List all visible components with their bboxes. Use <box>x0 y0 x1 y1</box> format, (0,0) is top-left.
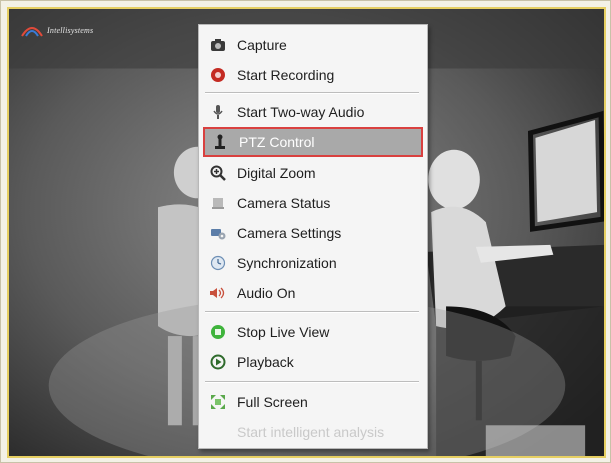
camera-status-icon <box>209 194 227 212</box>
menu-item-label: Start intelligent analysis <box>237 424 385 440</box>
menu-separator <box>205 381 419 383</box>
microphone-icon <box>209 103 227 121</box>
stop-live-icon <box>209 323 227 341</box>
menu-item-start-recording[interactable]: Start Recording <box>203 60 423 90</box>
menu-item-playback[interactable]: Playback <box>203 347 423 377</box>
menu-item-full-screen[interactable]: Full Screen <box>203 387 423 417</box>
menu-item-label: Synchronization <box>237 255 337 271</box>
menu-item-label: Digital Zoom <box>237 165 316 181</box>
menu-item-camera-settings[interactable]: Camera Settings <box>203 218 423 248</box>
record-icon <box>209 66 227 84</box>
logo-mark-icon <box>21 27 43 37</box>
menu-item-start-intelligent-analysis: Start intelligent analysis <box>203 417 423 447</box>
menu-item-label: Start Recording <box>237 67 335 83</box>
menu-item-label: Start Two-way Audio <box>237 104 365 120</box>
context-menu: Capture Start Recording Start Two-way Au… <box>198 24 428 449</box>
menu-item-label: Capture <box>237 37 287 53</box>
menu-item-label: Full Screen <box>237 394 308 410</box>
menu-separator <box>205 92 419 94</box>
live-view-window: Intellisystems Capture Start Recording S… <box>0 0 611 463</box>
menu-item-synchronization[interactable]: Synchronization <box>203 248 423 278</box>
menu-item-audio-on[interactable]: Audio On <box>203 278 423 308</box>
menu-item-label: Camera Status <box>237 195 331 211</box>
menu-item-label: Playback <box>237 354 294 370</box>
playback-icon <box>209 353 227 371</box>
fullscreen-icon <box>209 393 227 411</box>
brand-logo: Intellisystems <box>21 21 93 39</box>
blank-icon <box>209 423 227 441</box>
sync-icon <box>209 254 227 272</box>
menu-item-stop-live-view[interactable]: Stop Live View <box>203 317 423 347</box>
camera-icon <box>209 36 227 54</box>
logo-text: Intellisystems <box>47 25 94 35</box>
speaker-icon <box>209 284 227 302</box>
menu-item-label: Camera Settings <box>237 225 342 241</box>
zoom-icon <box>209 164 227 182</box>
menu-item-label: Stop Live View <box>237 324 330 340</box>
joystick-icon <box>211 133 229 151</box>
menu-item-ptz-control[interactable]: PTZ Control <box>203 127 423 157</box>
menu-item-label: Audio On <box>237 285 296 301</box>
menu-separator <box>205 311 419 313</box>
menu-item-capture[interactable]: Capture <box>203 30 423 60</box>
menu-item-camera-status[interactable]: Camera Status <box>203 188 423 218</box>
menu-item-digital-zoom[interactable]: Digital Zoom <box>203 158 423 188</box>
camera-settings-icon <box>209 224 227 242</box>
menu-item-two-way-audio[interactable]: Start Two-way Audio <box>203 97 423 127</box>
menu-item-label: PTZ Control <box>239 134 315 150</box>
